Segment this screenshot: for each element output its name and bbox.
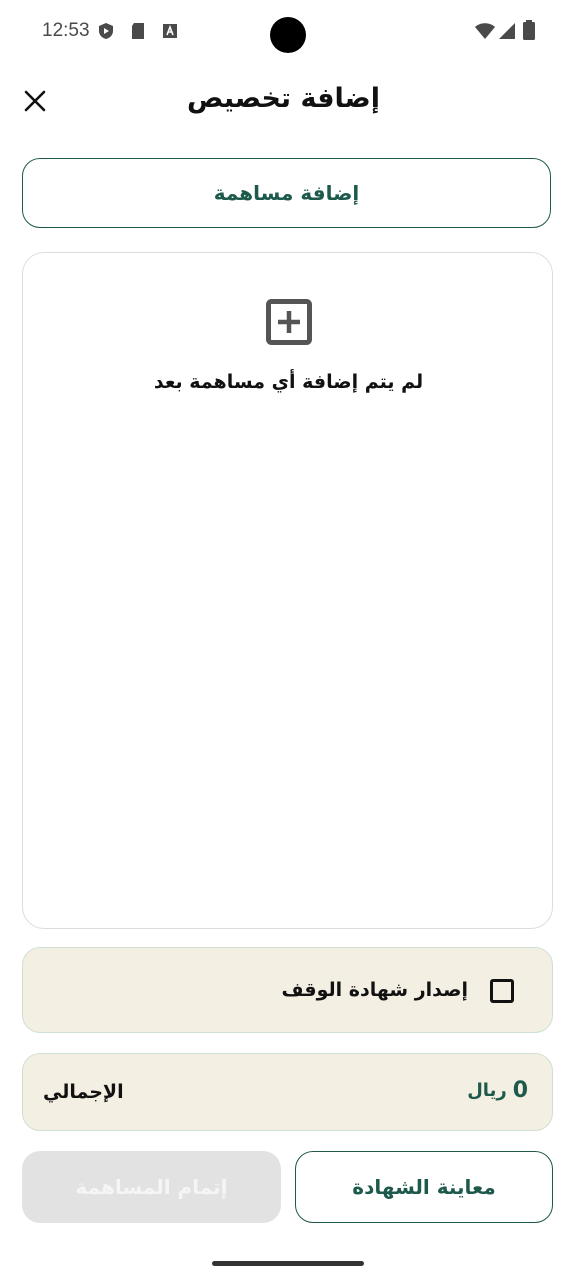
total-label: الإجمالي xyxy=(43,1081,124,1103)
certificate-checkbox[interactable] xyxy=(490,979,514,1003)
text-a-icon xyxy=(163,24,177,38)
empty-state-text: لم يتم إضافة أي مساهمة بعد xyxy=(153,371,424,393)
total-value: 0 xyxy=(512,1078,528,1103)
contributions-list: لم يتم إضافة أي مساهمة بعد xyxy=(22,252,553,929)
close-button[interactable] xyxy=(18,84,52,118)
plus-square-icon xyxy=(266,299,312,345)
preview-certificate-button[interactable]: معاينة الشهادة xyxy=(295,1151,553,1223)
signal-icon xyxy=(499,23,515,39)
wifi-icon xyxy=(475,23,495,39)
shield-play-icon xyxy=(99,23,113,39)
certificate-label: إصدار شهادة الوقف xyxy=(281,979,468,1001)
complete-contribution-label: إتمام المساهمة xyxy=(75,1175,228,1199)
certificate-option[interactable]: إصدار شهادة الوقف xyxy=(22,947,553,1033)
close-icon xyxy=(24,90,46,112)
currency-symbol: ريال xyxy=(467,1080,507,1101)
total-amount: ريال 0 xyxy=(467,1078,528,1103)
add-contribution-button[interactable]: إضافة مساهمة xyxy=(22,158,551,228)
add-contribution-label: إضافة مساهمة xyxy=(213,181,360,205)
total-summary: الإجمالي ريال 0 xyxy=(22,1053,553,1131)
preview-certificate-label: معاينة الشهادة xyxy=(352,1175,496,1199)
status-time: 12:53 xyxy=(42,20,90,41)
home-indicator[interactable] xyxy=(212,1261,364,1266)
page-title: إضافة تخصيص xyxy=(187,83,380,114)
battery-icon xyxy=(523,20,535,40)
complete-contribution-button[interactable]: إتمام المساهمة xyxy=(22,1151,281,1223)
front-camera xyxy=(270,17,306,53)
sd-card-icon xyxy=(132,23,144,39)
